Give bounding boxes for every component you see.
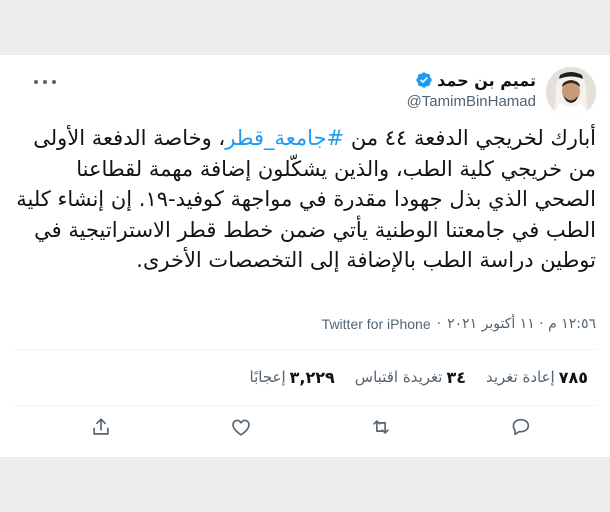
- tweet-source[interactable]: Twitter for iPhone: [322, 316, 431, 332]
- tweet-text-part: أبارك لخريجي الدفعة ٤٤ من: [344, 126, 596, 150]
- divider: [14, 405, 596, 406]
- likes-stat[interactable]: ٣,٢٢٩ إعجابًا: [250, 368, 335, 387]
- more-dots-icon[interactable]: [34, 75, 56, 89]
- retweets-count: ٧٨٥: [558, 367, 588, 387]
- hashtag-link[interactable]: #جامعة_قطر: [225, 126, 344, 150]
- quotes-label: تغريدة اقتباس: [354, 368, 443, 386]
- retweets-label: إعادة تغريد: [485, 368, 555, 386]
- likes-label: إعجابًا: [249, 368, 286, 386]
- quotes-count: ٣٤: [446, 367, 466, 387]
- heart-icon[interactable]: [228, 414, 254, 440]
- tweet-actions: [0, 410, 610, 444]
- tweet-text: أبارك لخريجي الدفعة ٤٤ من #جامعة_قطر، وخ…: [14, 123, 596, 276]
- author-handle[interactable]: @TamimBinHamad: [407, 93, 536, 110]
- tweet-meta: ١٢:٥٦ م · ١١ أكتوبر ٢٠٢١ · Twitter for i…: [14, 316, 596, 332]
- share-icon[interactable]: [88, 414, 114, 440]
- tweet-timestamp[interactable]: ١٢:٥٦ م · ١١ أكتوبر ٢٠٢١: [447, 316, 596, 332]
- avatar-image: [546, 67, 596, 117]
- reply-icon[interactable]: [508, 414, 534, 440]
- author-avatar[interactable]: [546, 67, 596, 117]
- author-name[interactable]: تميم بن حمد: [437, 71, 536, 90]
- likes-count: ٣,٢٢٩: [289, 367, 335, 387]
- retweets-stat[interactable]: ٧٨٥ إعادة تغريد: [486, 368, 588, 387]
- meta-separator: ·: [436, 316, 442, 332]
- quotes-stat[interactable]: ٣٤ تغريدة اقتباس: [355, 368, 466, 387]
- verified-badge-icon: [415, 71, 433, 89]
- tweet-stats: ٧٨٥ إعادة تغريد ٣٤ تغريدة اقتباس ٣,٢٢٩ إ…: [28, 362, 588, 392]
- retweet-icon[interactable]: [368, 414, 394, 440]
- author-name-row: تميم بن حمد: [415, 69, 536, 91]
- tweet-card: تميم بن حمد @TamimBinHamad أبارك لخريجي …: [0, 55, 610, 457]
- divider: [14, 349, 596, 350]
